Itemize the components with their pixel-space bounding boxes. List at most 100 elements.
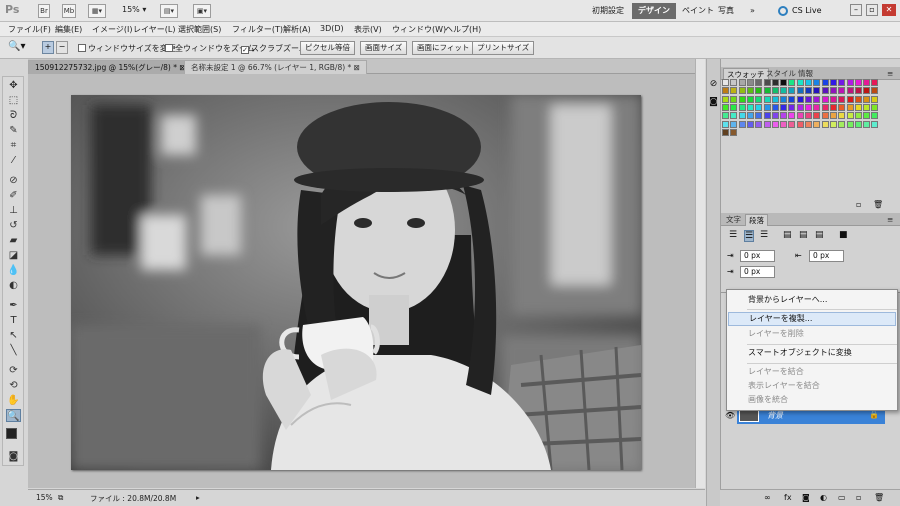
color-swatch[interactable] xyxy=(763,87,771,95)
brush-tool-icon[interactable]: ✐ xyxy=(6,189,21,202)
hand-tool-icon[interactable]: ✋ xyxy=(6,394,21,407)
color-swatch[interactable] xyxy=(838,112,846,120)
new-swatch-icon[interactable]: ▫ xyxy=(856,200,861,209)
color-swatch[interactable] xyxy=(796,87,804,95)
menu-item-layer-from-background[interactable]: 背景からレイヤーへ... xyxy=(728,293,896,307)
color-swatch[interactable] xyxy=(805,103,812,111)
color-swatch[interactable] xyxy=(796,95,804,103)
color-swatch[interactable] xyxy=(871,95,879,103)
3d-rotate-tool-icon[interactable]: ⟳ xyxy=(6,364,21,377)
arrange-documents-button[interactable]: ▤▾ xyxy=(160,4,178,18)
color-swatch[interactable] xyxy=(829,79,837,86)
quick-mask-icon[interactable]: ◙ xyxy=(6,450,21,463)
color-swatch[interactable] xyxy=(821,120,829,128)
minimize-button[interactable]: – xyxy=(850,4,862,16)
color-swatch[interactable] xyxy=(738,103,746,111)
color-swatch[interactable] xyxy=(755,87,763,95)
color-swatch[interactable] xyxy=(730,120,738,128)
color-swatch[interactable] xyxy=(854,79,862,86)
tab-character[interactable]: 文字 xyxy=(723,214,744,226)
menu-item-delete-layer[interactable]: レイヤーを削除 xyxy=(728,327,896,341)
marquee-tool-icon[interactable]: ⬚ xyxy=(6,94,21,107)
color-swatch[interactable] xyxy=(730,112,738,120)
color-swatch[interactable] xyxy=(771,112,779,120)
color-swatch[interactable] xyxy=(871,112,879,120)
link-layers-icon[interactable]: ∞ xyxy=(764,493,771,502)
menu-edit[interactable]: 編集(E) xyxy=(55,24,82,35)
color-swatch[interactable] xyxy=(829,95,837,103)
color-swatch[interactable] xyxy=(854,103,862,111)
menu-image[interactable]: イメージ(I) xyxy=(92,24,132,35)
color-swatch[interactable] xyxy=(788,120,796,128)
color-swatch[interactable] xyxy=(805,95,812,103)
color-swatch[interactable] xyxy=(780,112,788,120)
justify-center-icon[interactable]: ▤ xyxy=(799,230,808,240)
history-brush-tool-icon[interactable]: ↺ xyxy=(6,219,21,232)
color-swatch[interactable] xyxy=(788,87,796,95)
menu-select[interactable]: 選択範囲(S) xyxy=(178,24,221,35)
color-swatch[interactable] xyxy=(829,120,837,128)
gradient-tool-icon[interactable]: ◪ xyxy=(6,249,21,262)
zoom-tool-preset-icon[interactable]: 🔍▾ xyxy=(8,41,25,52)
menu-item-merge-visible[interactable]: 表示レイヤーを結合 xyxy=(728,379,896,393)
justify-right-icon[interactable]: ▤ xyxy=(815,230,824,240)
color-swatch[interactable] xyxy=(846,79,854,86)
color-swatch[interactable] xyxy=(846,112,854,120)
menu-item-flatten-image[interactable]: 画像を統合 xyxy=(728,393,896,407)
color-swatch[interactable] xyxy=(771,120,779,128)
blur-tool-icon[interactable]: 💧 xyxy=(6,264,21,277)
menu-window[interactable]: ウィンドウ(W) xyxy=(392,24,446,35)
color-swatch[interactable] xyxy=(722,112,729,120)
color-swatch[interactable] xyxy=(838,95,846,103)
justify-left-icon[interactable]: ▤ xyxy=(783,230,792,240)
color-swatch[interactable] xyxy=(863,87,871,95)
new-layer-icon[interactable]: ▫ xyxy=(856,493,861,502)
3d-orbit-tool-icon[interactable]: ⟲ xyxy=(6,379,21,392)
layer-style-icon[interactable]: fx xyxy=(784,493,792,502)
zoom-level-dropdown[interactable]: 15% ▾ xyxy=(122,5,146,14)
color-swatch[interactable] xyxy=(722,79,729,86)
align-left-icon[interactable]: ☰ xyxy=(729,230,737,240)
color-swatch[interactable] xyxy=(846,87,854,95)
delete-layer-icon[interactable]: 🗑 xyxy=(874,493,884,502)
color-swatch[interactable] xyxy=(813,95,821,103)
first-line-indent-field[interactable]: 0 px xyxy=(740,266,775,278)
dodge-tool-icon[interactable]: ◐ xyxy=(6,279,21,292)
lasso-tool-icon[interactable]: ᘐ xyxy=(6,109,21,122)
color-swatch[interactable] xyxy=(738,79,746,86)
color-swatch[interactable] xyxy=(788,112,796,120)
layer-mask-icon[interactable]: ◙ xyxy=(802,493,810,502)
color-swatch[interactable] xyxy=(829,87,837,95)
color-swatch[interactable] xyxy=(755,103,763,111)
color-swatch[interactable] xyxy=(763,95,771,103)
color-swatch[interactable] xyxy=(771,87,779,95)
vertical-scrollbar[interactable] xyxy=(695,59,705,488)
color-swatch[interactable] xyxy=(788,79,796,86)
menu-analysis[interactable]: 解析(A) xyxy=(283,24,311,35)
resize-windows-checkbox[interactable]: ウィンドウサイズを変更 xyxy=(78,43,176,54)
paragraph-menu-icon[interactable]: ≡ xyxy=(884,214,896,226)
color-swatch[interactable] xyxy=(722,87,729,95)
type-tool-icon[interactable]: T xyxy=(6,314,21,327)
color-swatch[interactable] xyxy=(755,79,763,86)
more-workspaces-button[interactable]: » xyxy=(744,3,761,19)
fill-screen-button[interactable]: 画面にフィット xyxy=(412,41,475,55)
color-swatch[interactable] xyxy=(738,95,746,103)
color-swatch[interactable] xyxy=(763,120,771,128)
align-center-icon[interactable]: ☰ xyxy=(744,230,755,242)
color-swatch[interactable] xyxy=(863,95,871,103)
color-swatch[interactable] xyxy=(821,103,829,111)
color-swatch[interactable] xyxy=(730,95,738,103)
tab-photo-document[interactable]: 150912275732.jpg @ 15%(グレー/8) * ⊠ xyxy=(28,60,193,74)
status-menu-arrow-icon[interactable]: ▸ xyxy=(196,493,200,502)
foreground-color-swatch[interactable] xyxy=(6,428,17,439)
delete-swatch-icon[interactable]: 🗑 xyxy=(873,200,883,209)
view-extras-button[interactable]: ▦▾ xyxy=(88,4,106,18)
color-swatch[interactable] xyxy=(780,95,788,103)
color-swatch[interactable] xyxy=(871,120,879,128)
color-swatch[interactable] xyxy=(846,120,854,128)
color-swatch[interactable] xyxy=(788,95,796,103)
maximize-button[interactable]: ▫ xyxy=(866,4,878,16)
color-swatch[interactable] xyxy=(746,87,754,95)
screen-mode-button[interactable]: ▣▾ xyxy=(193,4,211,18)
